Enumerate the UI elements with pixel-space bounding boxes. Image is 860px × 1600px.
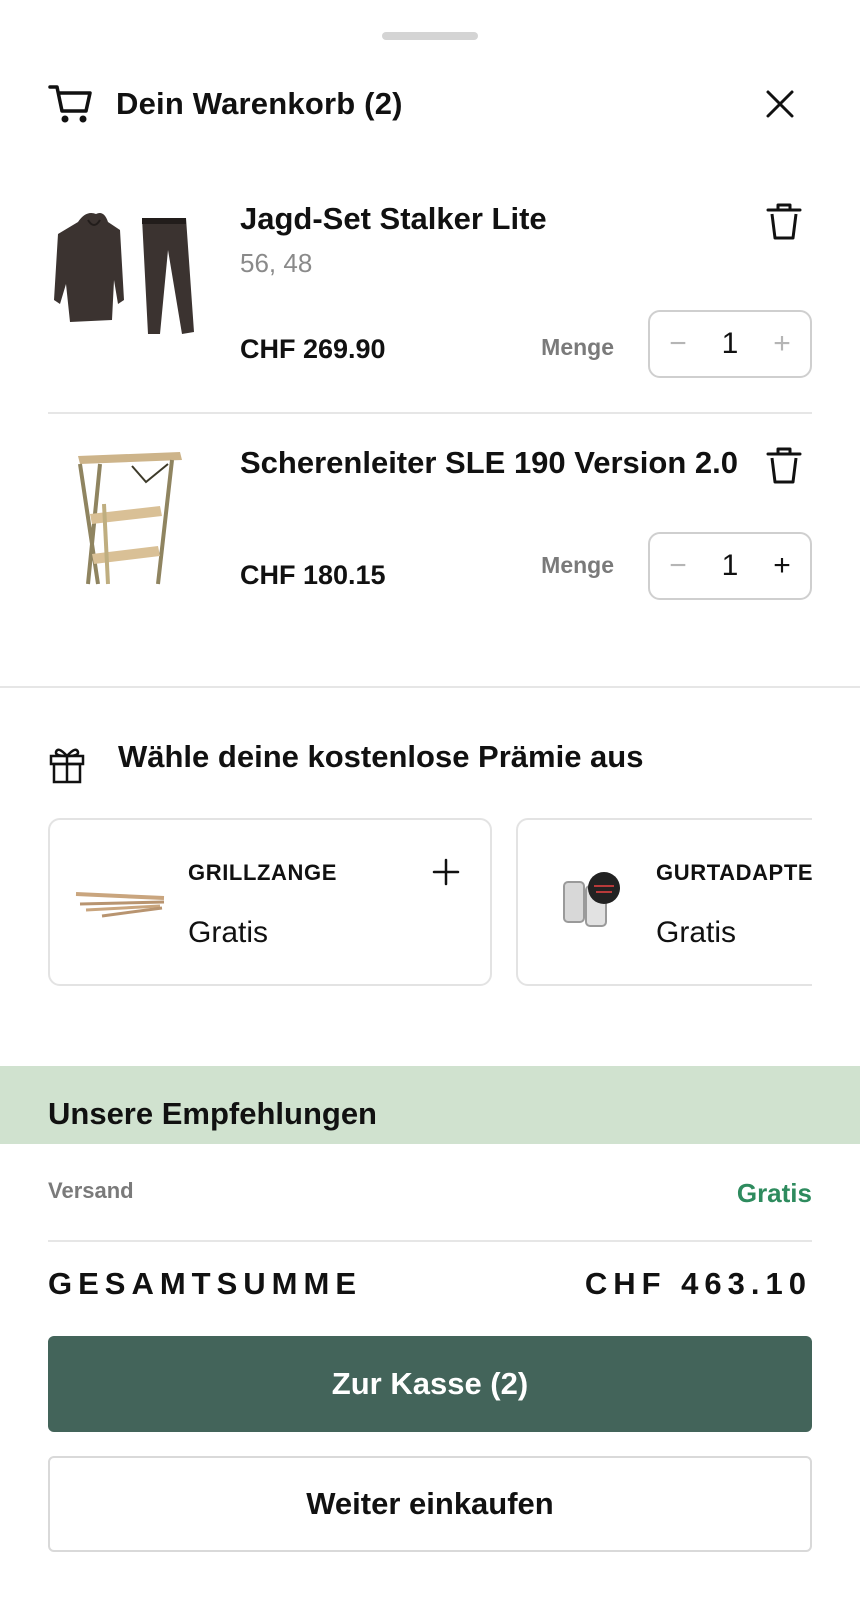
item-price: CHF 180.15 <box>240 560 386 590</box>
reward-price: Gratis <box>188 916 269 949</box>
section-divider <box>0 686 860 688</box>
quantity-stepper[interactable]: − 1 + <box>648 532 812 600</box>
cart-header: Dein Warenkorb (2) <box>48 80 812 128</box>
add-icon[interactable] <box>430 856 462 888</box>
total-value: CHF 463.10 <box>584 1266 812 1301</box>
increase-button[interactable]: + <box>770 327 794 361</box>
grill-tongs-image <box>75 892 165 918</box>
hunting-suit-image <box>54 213 194 334</box>
decrease-button[interactable]: − <box>666 549 690 583</box>
total-label: GESAMTSUMME <box>48 1266 362 1301</box>
shipping-label: Versand <box>48 1178 134 1203</box>
cart-item: Scherenleiter SLE 190 Version 2.0 CHF 18… <box>48 444 812 614</box>
decrease-button[interactable]: − <box>666 327 690 361</box>
close-icon[interactable] <box>762 86 798 122</box>
quantity-value: 1 <box>721 327 739 360</box>
checkout-button[interactable]: Zur Kasse (2) <box>48 1336 812 1432</box>
cart-icon <box>48 85 92 123</box>
item-name[interactable]: Jagd-Set Stalker Lite <box>240 200 740 238</box>
shipping-value: Gratis <box>736 1178 812 1208</box>
cart-title: Dein Warenkorb (2) <box>116 86 403 121</box>
reward-card[interactable]: GURTADAPTER Gratis <box>516 818 812 986</box>
recommendations-section: Unsere Empfehlungen <box>0 1066 860 1144</box>
cart-item: Jagd-Set Stalker Lite 56, 48 CHF 269.90 … <box>48 200 812 400</box>
item-name[interactable]: Scherenleiter SLE 190 Version 2.0 <box>240 444 740 482</box>
rewards-carousel[interactable]: GRILLZANGE Gratis GURTADAPTER Gratis <box>48 818 812 986</box>
item-divider <box>48 412 812 414</box>
quantity-value: 1 <box>721 549 739 582</box>
quantity-label: Menge <box>541 334 614 360</box>
reward-name: GURTADAPTER <box>656 860 812 885</box>
reward-name: GRILLZANGE <box>188 860 337 885</box>
total-row: GESAMTSUMME CHF 463.10 <box>48 1266 812 1302</box>
increase-button[interactable]: + <box>770 549 794 583</box>
trash-icon[interactable] <box>764 200 804 244</box>
cart-summary: Versand Gratis GESAMTSUMME CHF 463.10 Zu… <box>0 1144 860 1600</box>
item-price: CHF 269.90 <box>240 334 386 364</box>
stepladder-image <box>78 452 182 585</box>
trash-icon[interactable] <box>764 444 804 488</box>
item-variant: 56, 48 <box>240 248 313 278</box>
reward-card[interactable]: GRILLZANGE Gratis <box>48 818 492 986</box>
rewards-title: Wähle deine kostenlose Prämie aus <box>118 739 644 774</box>
shipping-row: Versand Gratis <box>48 1178 812 1209</box>
continue-shopping-button[interactable]: Weiter einkaufen <box>48 1456 812 1552</box>
recommendations-title: Unsere Empfehlungen <box>48 1096 377 1131</box>
rewards-heading: Wähle deine kostenlose Prämie aus <box>48 730 643 784</box>
reward-price: Gratis <box>656 916 737 949</box>
quantity-stepper[interactable]: − 1 + <box>648 310 812 378</box>
gift-icon <box>49 748 85 784</box>
belt-adapter-image <box>563 872 620 927</box>
drag-handle[interactable] <box>382 32 478 40</box>
summary-divider <box>48 1240 812 1242</box>
quantity-label: Menge <box>541 552 614 578</box>
